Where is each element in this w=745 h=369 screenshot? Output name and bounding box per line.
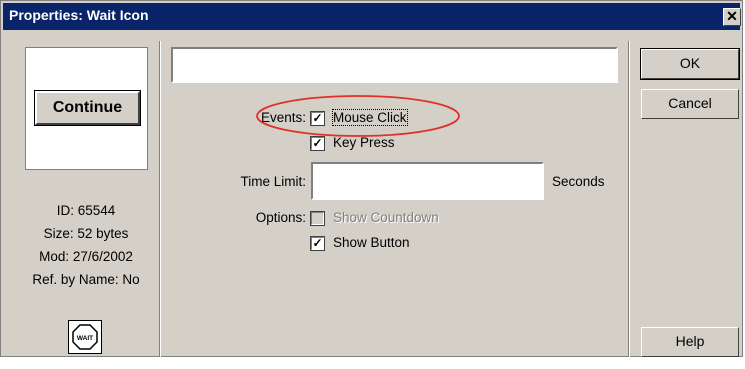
icon-modified: Mod: 27/6/2002 <box>39 249 133 264</box>
show-button-checkbox[interactable]: ✓ <box>310 236 325 251</box>
left-divider <box>159 41 161 357</box>
mouse-click-checkbox[interactable]: ✓ <box>310 111 325 126</box>
properties-dialog: Properties: Wait Icon ✕ Continue ID: 655… <box>0 0 743 357</box>
options-label: Options: <box>255 210 306 225</box>
close-button[interactable]: ✕ <box>723 8 741 26</box>
wait-stop-icon: WAIT <box>68 320 102 354</box>
icon-name-input[interactable] <box>171 47 618 83</box>
title-bar[interactable]: Properties: Wait Icon ✕ <box>3 3 741 30</box>
show-countdown-label: Show Countdown <box>333 210 439 225</box>
seconds-unit-label: Seconds <box>552 174 605 189</box>
icon-id: ID: 65544 <box>56 203 116 218</box>
key-press-label[interactable]: Key Press <box>333 135 395 150</box>
time-limit-input[interactable] <box>311 162 544 200</box>
show-countdown-checkbox <box>310 211 325 226</box>
close-icon: ✕ <box>726 8 738 24</box>
key-press-checkbox[interactable]: ✓ <box>310 136 325 151</box>
events-label: Events: <box>260 110 306 125</box>
preview-continue-button: Continue <box>34 90 141 126</box>
time-limit-label: Time Limit: <box>240 174 306 189</box>
cancel-button[interactable]: Cancel <box>641 89 739 119</box>
wait-icon-label: WAIT <box>77 335 93 342</box>
icon-preview: Continue <box>25 47 148 170</box>
window-title: Properties: Wait Icon <box>9 7 149 23</box>
icon-size: Size: 52 bytes <box>43 226 129 241</box>
right-divider <box>628 41 630 357</box>
mouse-click-label[interactable]: Mouse Click <box>332 109 408 126</box>
show-button-label[interactable]: Show Button <box>333 235 410 250</box>
icon-ref-by-name: Ref. by Name: No <box>32 272 140 287</box>
help-button[interactable]: Help <box>641 327 739 357</box>
ok-button[interactable]: OK <box>640 48 740 80</box>
